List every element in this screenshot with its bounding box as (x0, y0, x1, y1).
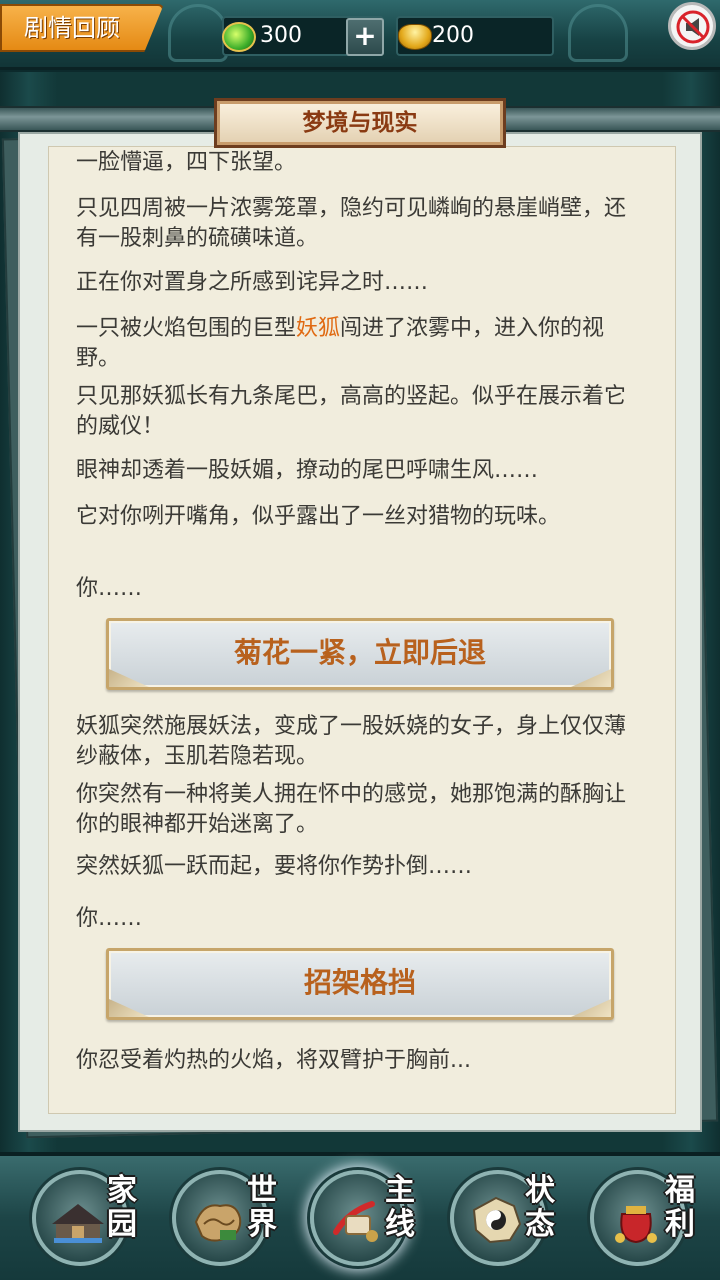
sound-muted-icon (676, 10, 710, 44)
main-quest-scroll-icon (333, 1201, 378, 1242)
home-icon (52, 1204, 104, 1243)
nav-main-button[interactable]: 主线 (306, 1166, 418, 1274)
add-currency-button[interactable]: + (346, 18, 384, 56)
nav-main-label: 主线 (385, 1173, 415, 1242)
nav-status-button[interactable]: 状态 (446, 1166, 558, 1274)
gold-currency-display: 200 (396, 16, 554, 56)
decorative-swirl (168, 4, 228, 62)
jade-amount: 300 (260, 23, 302, 48)
choice-button-retreat[interactable]: 菊花一紧，立即后退 (106, 618, 614, 690)
nav-home-label: 家园 (107, 1173, 137, 1242)
nav-welfare-label: 福利 (665, 1173, 695, 1242)
gift-bag-icon (615, 1206, 657, 1244)
decorative-swirl (568, 4, 628, 62)
story-recap-button[interactable]: 剧情回顾 (0, 4, 164, 52)
gold-ingot-icon (398, 24, 432, 50)
nav-home-button[interactable]: 家园 (28, 1166, 140, 1274)
bagua-status-icon (472, 1196, 522, 1244)
jade-coin-icon (222, 22, 256, 52)
nav-status-label: 状态 (525, 1173, 555, 1242)
nav-world-button[interactable]: 世界 (168, 1166, 280, 1274)
nav-world-label: 世界 (247, 1173, 277, 1242)
world-map-icon (194, 1204, 242, 1242)
gold-amount: 200 (432, 23, 474, 48)
nav-welfare-button[interactable]: 福利 (586, 1166, 698, 1274)
choice-button-block[interactable]: 招架格挡 (106, 948, 614, 1020)
chapter-title: 梦境与现实 (214, 98, 506, 148)
bottom-nav: 家园 世界 主线 状态 福利 (0, 1152, 720, 1280)
top-bar: 剧情回顾 300 + 200 (0, 0, 720, 70)
mute-sound-button[interactable] (668, 2, 716, 50)
